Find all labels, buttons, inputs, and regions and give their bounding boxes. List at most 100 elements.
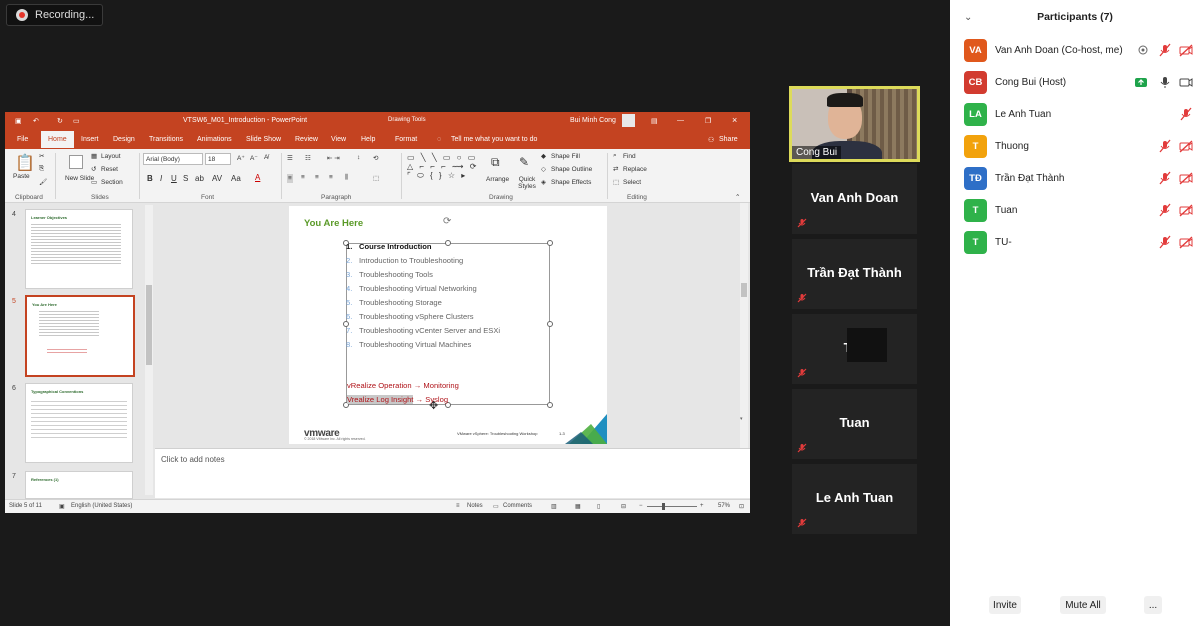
mic-icon[interactable] <box>1158 75 1172 89</box>
collapse-ribbon-icon[interactable]: ⌃ <box>735 193 740 201</box>
align-left-icon[interactable]: ≡ <box>287 174 293 183</box>
indent-icon[interactable]: ⇤ ⇥ <box>327 154 340 162</box>
smartart-icon[interactable]: ⬚ <box>373 174 379 182</box>
shapes-gallery[interactable]: ▭ ╲ ╲ ▭ ○ ▭ △ ⌐ ⌐ ⌐ ⟿ ⟳ ⌜ ⬭ { } ☆ ▸ <box>407 153 478 181</box>
language-status[interactable]: English (United States) <box>71 503 132 509</box>
cut-icon[interactable]: ✂ <box>39 152 44 160</box>
align-right-icon[interactable]: ≡ <box>315 174 319 181</box>
tab-format[interactable]: Format <box>395 136 417 143</box>
change-case-icon[interactable]: Aa <box>231 174 241 183</box>
slideshow-view-icon[interactable]: ⊟ <box>621 503 626 510</box>
tab-home[interactable]: Home <box>41 131 74 148</box>
minimize-icon[interactable]: — <box>677 117 684 124</box>
resize-handle[interactable] <box>547 321 553 327</box>
share-button[interactable]: Share <box>719 136 738 143</box>
select-button[interactable]: Select <box>623 179 641 186</box>
quick-styles-icon[interactable]: ✎ <box>519 155 529 169</box>
shape-effects-button[interactable]: Shape Effects <box>551 179 591 186</box>
grow-font-icon[interactable]: A⁺ <box>237 154 245 162</box>
video-tile[interactable]: Trần Đạt Thành <box>792 239 917 309</box>
tab-view[interactable]: View <box>331 136 346 143</box>
font-size-box[interactable]: 18 <box>205 153 231 165</box>
zoom-in-icon[interactable]: + <box>700 503 704 509</box>
section-button[interactable]: Section <box>101 179 123 186</box>
participant-row[interactable]: T TU- <box>964 231 1194 255</box>
tab-slide-show[interactable]: Slide Show <box>246 136 281 143</box>
zoom-slider-thumb[interactable] <box>662 503 665 510</box>
font-name-box[interactable]: Arial (Body) <box>143 153 203 165</box>
shape-outline-button[interactable]: Shape Outline <box>551 166 592 173</box>
user-avatar[interactable] <box>622 114 635 127</box>
more-button[interactable]: ... <box>1144 596 1162 614</box>
tab-file[interactable]: File <box>17 136 28 143</box>
reading-view-icon[interactable]: ▯ <box>597 503 600 510</box>
font-color-icon[interactable]: A <box>255 173 260 182</box>
copy-icon[interactable]: ⎘ <box>39 165 44 173</box>
start-slideshow-icon[interactable]: ▭ <box>73 117 80 125</box>
quick-styles-button[interactable]: Quick Styles <box>515 176 539 190</box>
video-off-icon[interactable] <box>1179 235 1193 249</box>
spelling-icon[interactable]: ▣ <box>59 503 65 510</box>
video-icon[interactable] <box>1179 75 1193 89</box>
muted-mic-icon[interactable] <box>1158 171 1172 185</box>
pin-icon[interactable] <box>1136 43 1150 57</box>
bold-icon[interactable]: B <box>147 174 153 183</box>
notes-button[interactable]: Notes <box>467 503 483 509</box>
muted-mic-icon[interactable] <box>1158 235 1172 249</box>
slide-thumbnail-6[interactable]: Typographical Conventions <box>25 383 133 463</box>
participant-row[interactable]: TĐ Trần Đạt Thành <box>964 167 1194 191</box>
tab-insert[interactable]: Insert <box>81 136 99 143</box>
numbering-icon[interactable]: ☷ <box>305 154 311 162</box>
video-off-icon[interactable] <box>1179 139 1193 153</box>
muted-mic-icon[interactable] <box>1179 107 1193 121</box>
video-tile[interactable]: Tuan <box>792 389 917 459</box>
resize-handle[interactable] <box>547 240 553 246</box>
shrink-font-icon[interactable]: A⁻ <box>250 154 258 162</box>
zoom-level[interactable]: 57% <box>718 503 730 509</box>
slide-thumbnail-7[interactable]: References (1) <box>25 471 133 499</box>
justify-icon[interactable]: ≡ <box>329 174 333 181</box>
resize-handle[interactable] <box>547 402 553 408</box>
shape-fill-button[interactable]: Shape Fill <box>551 153 580 160</box>
new-slide-icon[interactable] <box>69 155 83 169</box>
video-tile[interactable]: TU- <box>792 314 917 384</box>
muted-mic-icon[interactable] <box>1158 139 1172 153</box>
bullets-icon[interactable]: ☰ <box>287 154 293 162</box>
zoom-slider[interactable] <box>647 506 697 507</box>
slide-thumbnail-5[interactable]: You Are Here <box>25 295 135 377</box>
tab-animations[interactable]: Animations <box>197 136 232 143</box>
fit-to-window-icon[interactable]: ⊡ <box>739 503 744 510</box>
recording-indicator[interactable]: Recording... <box>6 4 103 26</box>
notes-pane[interactable]: Click to add notes <box>155 448 750 498</box>
undo-icon[interactable]: ↶ <box>33 117 39 125</box>
tell-me-box[interactable]: Tell me what you want to do <box>451 136 537 143</box>
video-tile[interactable]: Le Anh Tuan <box>792 464 917 534</box>
save-icon[interactable]: ▣ <box>15 117 22 125</box>
underline-icon[interactable]: U <box>171 174 177 183</box>
layout-button[interactable]: Layout <box>101 153 121 160</box>
columns-icon[interactable]: ⫼ <box>345 174 348 182</box>
shadow-icon[interactable]: S <box>183 174 188 183</box>
tab-help[interactable]: Help <box>361 136 375 143</box>
format-painter-icon[interactable]: 🖌 <box>39 178 47 186</box>
video-off-icon[interactable] <box>1179 203 1193 217</box>
align-center-icon[interactable]: ≡ <box>301 174 305 181</box>
participant-row[interactable]: T Thuong <box>964 135 1194 159</box>
slide-thumbnail-4[interactable]: Learner Objectives <box>25 209 133 289</box>
resize-handle[interactable] <box>445 240 451 246</box>
replace-button[interactable]: Replace <box>623 166 647 173</box>
text-direction-icon[interactable]: ⟲ <box>373 154 378 162</box>
char-spacing-icon[interactable]: AV <box>212 174 222 183</box>
close-icon[interactable]: × <box>732 115 737 125</box>
arrange-icon[interactable]: ⧉ <box>491 155 500 170</box>
canvas-scroll-thumb[interactable] <box>741 283 747 297</box>
find-button[interactable]: Find <box>623 153 636 160</box>
participant-row[interactable]: VA Van Anh Doan (Co-host, me) <box>964 39 1194 63</box>
mute-all-button[interactable]: Mute All <box>1060 596 1106 614</box>
clear-format-icon[interactable]: A̸ <box>264 154 268 161</box>
muted-mic-icon[interactable] <box>1158 203 1172 217</box>
video-off-icon[interactable] <box>1179 43 1193 57</box>
restore-icon[interactable]: ❐ <box>705 117 711 125</box>
new-slide-button[interactable]: New Slide <box>65 175 94 182</box>
redo-icon[interactable]: ↻ <box>57 117 63 125</box>
